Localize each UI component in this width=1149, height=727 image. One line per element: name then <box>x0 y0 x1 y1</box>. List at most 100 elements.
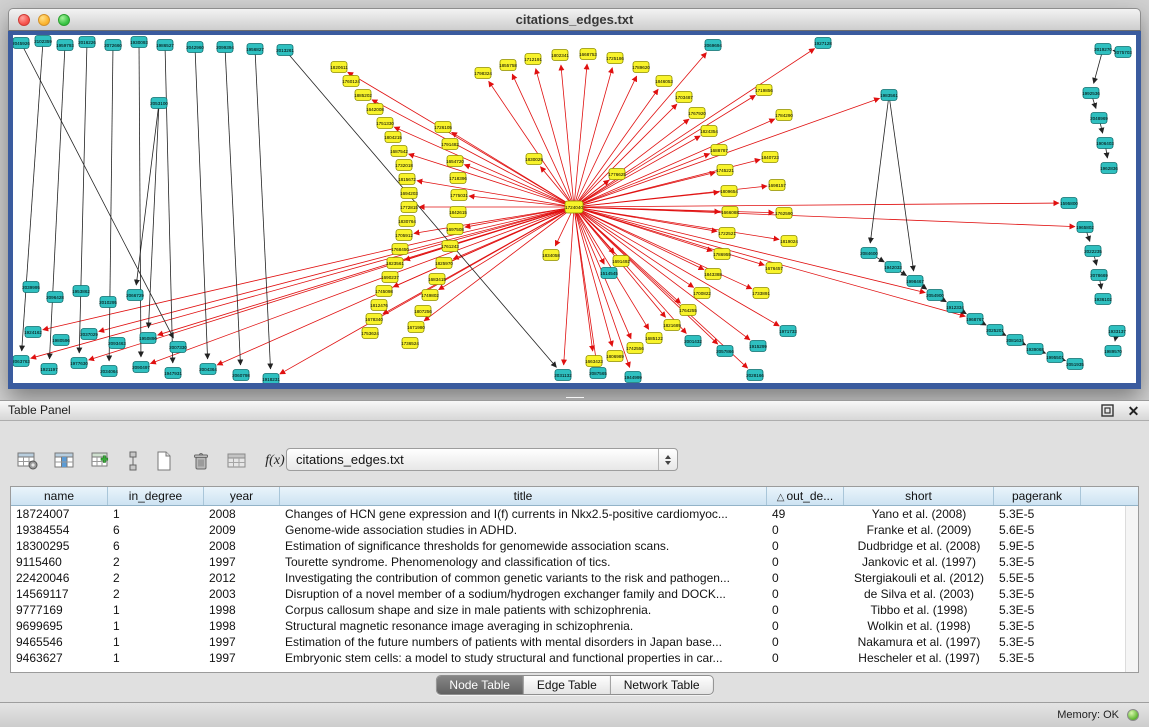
column-header-name[interactable]: name <box>11 487 108 505</box>
graph-node[interactable]: 2078669 <box>1090 270 1108 281</box>
graph-node[interactable]: 2054900 <box>926 290 944 301</box>
graph-node[interactable]: 2031132 <box>554 370 572 381</box>
column-header-out-de-[interactable]: △out_de... <box>767 487 844 505</box>
graph-node[interactable]: 2099394 <box>216 42 234 53</box>
graph-node[interactable]: 1745098 <box>375 286 393 297</box>
graph-node[interactable]: 2004364 <box>199 364 217 375</box>
graph-node[interactable]: 2019270 <box>1094 44 1112 55</box>
graph-node[interactable]: 1687542 <box>390 146 408 157</box>
graph-node[interactable]: 1983561 <box>880 90 898 101</box>
graph-node[interactable]: 2028166 <box>746 370 764 381</box>
graph-node[interactable]: 1732018 <box>395 160 413 171</box>
graph-node[interactable]: 2072660 <box>104 40 122 51</box>
graph-node[interactable]: 1936102 <box>1094 294 1112 305</box>
graph-node[interactable]: 1736524 <box>401 338 419 349</box>
graph-node[interactable]: 1830764 <box>398 216 416 227</box>
graph-node[interactable]: 1843388 <box>704 269 722 280</box>
table-row[interactable]: 2242004622012Investigating the contribut… <box>11 570 1138 586</box>
import-table-icon[interactable] <box>224 447 252 475</box>
graph-node[interactable]: 1733891 <box>752 288 770 299</box>
graph-node[interactable]: 1812476 <box>370 300 388 311</box>
close-button[interactable] <box>18 14 30 26</box>
close-panel-icon[interactable]: ✕ <box>1126 403 1141 418</box>
graph-node[interactable]: 1846053 <box>655 76 673 87</box>
graph-node[interactable]: 1691492 <box>612 256 630 267</box>
graph-node[interactable]: 1980596 <box>52 335 70 346</box>
table-row[interactable]: 946362711997Embryonic stem cells: a mode… <box>11 650 1138 666</box>
graph-node[interactable]: 1965802 <box>1076 222 1094 233</box>
graph-node[interactable]: 1751330 <box>376 118 394 129</box>
graph-node[interactable]: 1915299 <box>749 341 767 352</box>
graph-node[interactable]: 1802341 <box>551 50 569 61</box>
graph-node[interactable]: 1912334 <box>946 302 964 313</box>
graph-node[interactable]: 1791482 <box>441 139 459 150</box>
graph-node[interactable]: 2045926 <box>13 38 30 49</box>
graph-node[interactable]: 1663423 <box>585 356 603 367</box>
graph-node[interactable]: 1986527 <box>156 40 174 51</box>
graph-node[interactable]: 2039995 <box>22 282 40 293</box>
graph-node[interactable]: 1688787 <box>710 145 728 156</box>
graph-node[interactable]: 1834058 <box>542 250 560 261</box>
graph-node[interactable]: 1775031 <box>450 190 468 201</box>
zoom-button[interactable] <box>58 14 70 26</box>
tab-network-table[interactable]: Network Table <box>611 676 713 694</box>
show-columns-icon[interactable] <box>51 447 79 475</box>
graph-node[interactable]: 2022235 <box>1084 246 1102 257</box>
table-row[interactable]: 977716911998Corpus callosum shape and si… <box>11 602 1138 618</box>
graph-node[interactable]: 1947931 <box>164 368 182 379</box>
column-header-pagerank[interactable]: pagerank <box>994 487 1081 505</box>
graph-node[interactable]: 1921197 <box>40 364 58 375</box>
graph-node[interactable]: 1685122 <box>645 333 663 344</box>
graph-node[interactable]: 1719856 <box>755 85 773 96</box>
graph-node[interactable]: 1705912 <box>395 230 413 241</box>
graph-node[interactable]: 2081634 <box>1006 335 1024 346</box>
graph-node[interactable]: 1700822 <box>693 288 711 299</box>
vertical-scrollbar[interactable] <box>1125 506 1138 672</box>
graph-node[interactable]: 1942033 <box>884 262 902 273</box>
graph-node[interactable]: 2025201 <box>986 325 1004 336</box>
network-canvas[interactable]: 1724040182061117601241885202164200817513… <box>13 35 1136 383</box>
graph-node[interactable]: 1724040 <box>565 201 583 213</box>
graph-node[interactable]: 2069694 <box>704 40 722 51</box>
graph-node[interactable]: 1971733 <box>779 326 797 337</box>
graph-node[interactable]: 1950896 <box>139 333 157 344</box>
graph-node[interactable]: 1725186 <box>606 53 624 64</box>
graph-node[interactable]: 2013261 <box>276 45 294 56</box>
graph-node[interactable]: 2016226 <box>78 37 96 48</box>
graph-node[interactable]: 1798324 <box>474 68 492 79</box>
graph-node[interactable]: 1830029 <box>525 154 543 165</box>
graph-node[interactable]: 1927128 <box>814 38 832 49</box>
graph-node[interactable]: 1939068 <box>1026 344 1044 355</box>
graph-node[interactable]: 1671980 <box>407 322 425 333</box>
graph-node[interactable]: 1595800 <box>1060 198 1078 209</box>
graph-node[interactable]: 1820611 <box>330 62 348 73</box>
graph-node[interactable]: 1762590 <box>775 208 793 219</box>
graph-node[interactable]: 1906403 <box>1096 138 1114 149</box>
table-row[interactable]: 1456911722003Disruption of a novel membe… <box>11 586 1138 602</box>
graph-node[interactable]: 2057866 <box>716 346 734 357</box>
graph-node[interactable]: 1703487 <box>675 92 693 103</box>
graph-node[interactable]: 1772815 <box>400 202 418 213</box>
graph-node[interactable]: 1761243 <box>441 241 459 252</box>
graph-node[interactable]: 1654720 <box>446 156 464 167</box>
graph-node[interactable]: 2051935 <box>1066 359 1084 370</box>
graph-node[interactable]: 2007330 <box>169 342 187 353</box>
graph-node[interactable]: 2084600 <box>860 248 878 259</box>
graph-node[interactable]: 1989570 <box>1104 346 1122 357</box>
graph-node[interactable]: 1825970 <box>435 258 453 269</box>
table-mode-icon[interactable] <box>14 447 42 475</box>
graph-node[interactable]: 1815672 <box>398 174 416 185</box>
graph-node[interactable]: 1930093 <box>130 37 148 48</box>
graph-node[interactable]: 2093463 <box>108 338 126 349</box>
column-header-in-degree[interactable]: in_degree <box>108 487 204 505</box>
graph-node[interactable]: 1924162 <box>24 327 42 338</box>
graph-node[interactable]: 1678340 <box>365 314 383 325</box>
graph-node[interactable]: 1819024 <box>780 236 798 247</box>
minimize-button[interactable] <box>38 14 50 26</box>
graph-node[interactable]: 2048969 <box>1090 113 1108 124</box>
graph-node[interactable]: 1977630 <box>70 358 88 369</box>
graph-node[interactable]: 1776625 <box>608 169 626 180</box>
graph-node[interactable]: 2090497 <box>132 362 150 373</box>
table-row[interactable]: 969969511998Structural magnetic resonanc… <box>11 618 1138 634</box>
table-row[interactable]: 1830029562008Estimation of significance … <box>11 538 1138 554</box>
